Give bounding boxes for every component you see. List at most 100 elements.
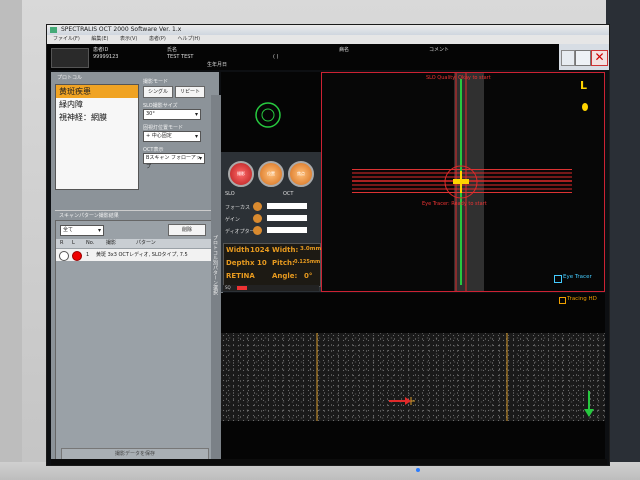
right-eye-indicator-icon	[59, 251, 69, 261]
eye-tracer-status: Eye Tracer: Ready to start	[422, 201, 487, 207]
window-title: SPECTRALIS OCT 2000 Software Ver. 1.x	[61, 26, 182, 33]
patient-name-value: TEST TEST	[167, 54, 194, 60]
list-row[interactable]: 1 黄斑 3x3 OCTレディオ, SLOタイプ, 7.5	[56, 249, 216, 261]
protocol-item-glaucoma[interactable]: 緑内障	[56, 98, 138, 111]
width-mm-value: 3.0mm	[300, 246, 322, 252]
slo-preview	[221, 72, 321, 152]
menu-help[interactable]: ヘルプ(H)	[177, 36, 200, 42]
monitor-right-edge	[606, 0, 640, 480]
app-icon	[50, 27, 57, 33]
oct-bscan-view: Tracing HD	[221, 293, 605, 459]
gain-knob-icon[interactable]	[253, 214, 262, 223]
col-l: L	[72, 240, 75, 246]
scan-results-list: 全て 削除 R L No. 撮影 パターン 1 黄斑 3x3 OCTレディオ, …	[55, 220, 217, 462]
pitch-label: Pitch:	[272, 259, 295, 267]
col-capture: 撮影	[106, 240, 117, 246]
protocol-item-optic-nerve[interactable]: 視神経：網膜	[56, 111, 138, 124]
angle-value: 0°	[304, 272, 313, 280]
col-pattern: パターン	[136, 240, 156, 246]
app-screen: SPECTRALIS OCT 2000 Software Ver. 1.x ファ…	[46, 24, 610, 466]
list-header: R L No. 撮影 パターン	[56, 239, 216, 248]
fixation-title: 固視灯位置モード	[143, 125, 184, 131]
comment-label: コメント	[429, 47, 450, 53]
menu-view[interactable]: 表示(V)	[120, 36, 137, 42]
diopter-knob-icon[interactable]	[253, 226, 262, 235]
menu-patient[interactable]: 患者(P)	[149, 36, 166, 42]
scan-mode-panel: 撮影モード シングル リピート SLO撮影サイズ 30° 固視灯位置モード + …	[143, 78, 207, 198]
status-bar	[51, 459, 607, 465]
monitor-left-edge	[0, 0, 22, 480]
power-led-icon	[416, 468, 420, 472]
left-eye-indicator-icon	[72, 251, 82, 261]
focus-button[interactable]: 焦点	[288, 161, 314, 187]
patient-id-label: 患者ID	[93, 47, 109, 53]
adjust-panel: SLO OCT フォーカス ゲイン ディオプター	[223, 191, 319, 241]
patient-info-bar: 患者ID 99999123 氏名 TEST TEST 生年月日 ( ) 病名 コ…	[47, 44, 559, 70]
scan-mode-title: 撮影モード	[143, 79, 169, 85]
diopter-label: ディオプター	[225, 229, 255, 235]
align-button[interactable]: 位置	[258, 161, 284, 187]
oct-header: OCT	[283, 191, 294, 197]
capture-button[interactable]: 撮影	[228, 161, 254, 187]
fixation-target-icon	[255, 102, 281, 128]
gain-slider[interactable]	[267, 215, 307, 221]
signal-quality-bar: SQ	[223, 285, 319, 291]
eye-tracer-checkbox[interactable]	[554, 275, 562, 283]
window-titlebar: SPECTRALIS OCT 2000 Software Ver. 1.x	[47, 25, 609, 35]
oct-display-title: OCT表示	[143, 147, 164, 153]
delete-button[interactable]: 削除	[168, 224, 206, 236]
signal-level	[237, 286, 247, 290]
row-number: 1	[86, 252, 90, 258]
menu-edit[interactable]: 編集(E)	[91, 36, 108, 42]
col-no: No.	[86, 240, 95, 246]
angle-label: Angle:	[272, 272, 298, 280]
slo-header: SLO	[225, 191, 235, 197]
protocol-item-macula[interactable]: 黄斑疾患	[56, 85, 138, 98]
focus-knob-icon[interactable]	[253, 202, 262, 211]
width-label: Width	[226, 246, 250, 254]
birthdate-label: 生年月日	[207, 62, 228, 68]
fixation-select[interactable]: + 中心固定	[143, 131, 201, 142]
single-button[interactable]: シングル	[143, 86, 173, 98]
patient-id-value: 99999123	[93, 54, 119, 60]
repeat-button[interactable]: リピート	[175, 86, 205, 98]
slo-size-select[interactable]: 30°	[143, 109, 201, 120]
retina-label: RETINA	[226, 272, 255, 280]
refresh-button[interactable]	[575, 50, 591, 66]
signal-label: SQ	[225, 285, 231, 290]
close-button[interactable]: ✕	[591, 50, 608, 66]
minimize-button[interactable]	[561, 50, 575, 66]
panel-divider	[55, 210, 215, 211]
window-controls: ✕	[559, 44, 609, 70]
row-text: 黄斑 3x3 OCTレディオ, SLOタイプ, 7.5	[96, 252, 188, 258]
focus-slider[interactable]	[267, 203, 307, 209]
scan-parameters: Width 1024 Width: 3.0mm Depth x 10 Pitch…	[223, 243, 321, 287]
protocol-title: プロトコル	[57, 75, 83, 81]
width-mm-label: Width:	[272, 246, 299, 254]
depth-value: x 10	[250, 259, 267, 267]
disease-label: 病名	[339, 47, 350, 53]
data-list-title: スキャンパターン撮影結果	[59, 213, 119, 219]
diopter-slider[interactable]	[267, 227, 307, 233]
side-tab-label: プロトコル別パターン選択	[212, 235, 218, 295]
menu-file[interactable]: ファイル(F)	[53, 36, 80, 42]
protocol-list: 黄斑疾患 緑内障 視神経：網膜	[55, 84, 139, 190]
col-r: R	[60, 240, 64, 246]
pitch-value: 0.125mm	[294, 259, 321, 265]
patient-name-label: 氏名	[167, 47, 178, 53]
depth-label: Depth	[226, 259, 250, 267]
oct-overlay	[316, 333, 594, 421]
slo-fundus-view: SLO Quality: Okay to start L Eye Tracer:…	[321, 72, 605, 292]
sex-value: ( )	[273, 54, 279, 60]
gain-label: ゲイン	[225, 217, 240, 223]
slo-overlay	[352, 73, 572, 291]
filter-select[interactable]: 全て	[60, 225, 104, 236]
eye-tracer-label: Eye Tracer	[563, 274, 592, 280]
left-panel: プロトコル 黄斑疾患 緑内障 視神経：網膜 撮影モード シングル リピート SL…	[51, 72, 223, 465]
focus-label: フォーカス	[225, 205, 251, 211]
patient-photo	[51, 48, 89, 68]
menu-bar: ファイル(F) 編集(E) 表示(V) 患者(P) ヘルプ(H)	[47, 35, 609, 44]
oct-display-select[interactable]: Bスキャン フォローアップ	[143, 153, 205, 170]
slo-size-title: SLO撮影サイズ	[143, 103, 178, 109]
width-value: 1024	[250, 246, 270, 254]
